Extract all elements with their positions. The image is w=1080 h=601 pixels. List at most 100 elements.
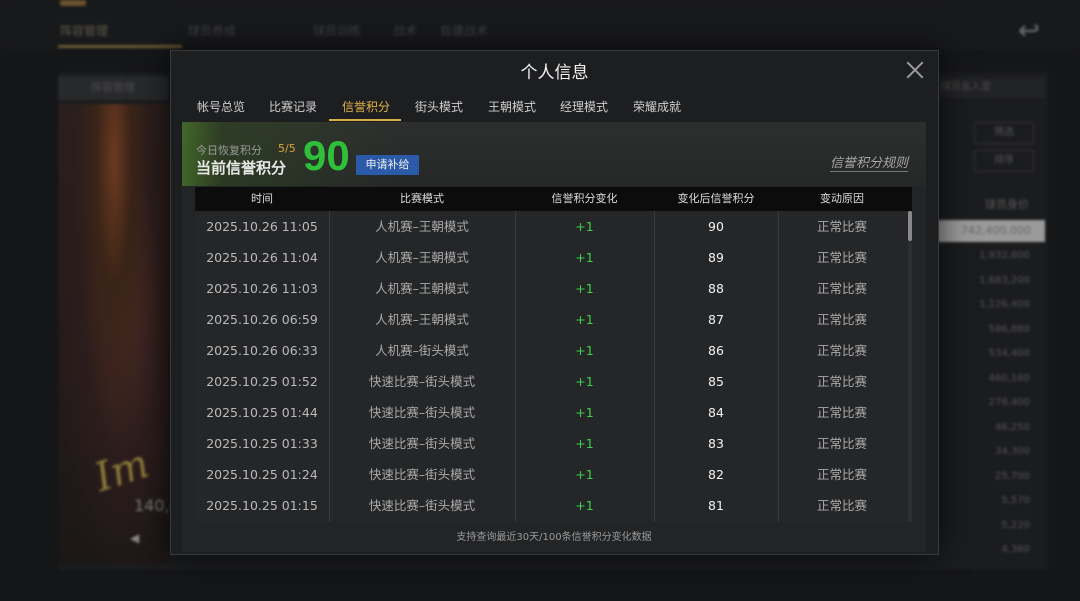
close-icon[interactable] — [904, 59, 926, 81]
bg-filter-button: 筛选 — [974, 122, 1034, 144]
cell-reason: 正常比赛 — [816, 250, 867, 265]
table-row: 2025.10.25 01:44 快速比赛–街头模式 +1 84 正常比赛 — [195, 397, 912, 428]
bg-value: 1,683,200 — [979, 274, 1030, 286]
cell-change: +1 — [575, 281, 594, 296]
column-header-after: 变化后信誉积分 — [677, 192, 755, 205]
tab-street-mode[interactable]: 街头模式 — [415, 98, 463, 115]
bg-tab: 球员养成 — [188, 24, 237, 38]
bg-value: 278,400 — [988, 397, 1030, 408]
bg-value: 25,700 — [995, 470, 1030, 482]
cell-mode: 快速比赛–街头模式 — [368, 436, 476, 451]
query-limit-note: 支持查询最近30天/100条信誉积分变化数据 — [456, 532, 652, 543]
cell-reason: 正常比赛 — [816, 312, 867, 327]
cell-after: 83 — [708, 436, 724, 451]
cell-time: 2025.10.25 01:15 — [206, 498, 318, 513]
bg-value: 5,220 — [1001, 519, 1030, 531]
personal-info-dialog: 个人信息 帐号总览 比赛记录 信誉积分 街头模式 王朝模式 经理模式 荣耀成就 … — [170, 50, 939, 555]
table-row: 2025.10.25 01:15 快速比赛–街头模式 +1 81 正常比赛 — [195, 490, 912, 521]
bg-value: 5,570 — [1001, 495, 1030, 506]
table-header: 时间 比赛模式 信誉积分变化 变化后信誉积分 变动原因 — [195, 187, 912, 211]
bg-tab: 阵容管理 — [60, 24, 109, 38]
bg-value: 4,360 — [1001, 544, 1030, 555]
today-recovery-count: 5/5 — [278, 142, 296, 155]
table-row: 2025.10.25 01:24 快速比赛–街头模式 +1 82 正常比赛 — [195, 459, 912, 490]
cell-mode: 快速比赛–街头模式 — [368, 498, 476, 513]
column-header-change: 信誉积分变化 — [551, 192, 618, 205]
cell-mode: 人机赛–王朝模式 — [375, 219, 469, 234]
cell-change: +1 — [575, 219, 594, 234]
cell-time: 2025.10.25 01:24 — [206, 467, 318, 482]
bg-tab: 球员训练 — [313, 24, 362, 38]
credit-banner: 今日恢复积分 5/5 当前信誉积分 90 申请补给 信誉积分规则 — [182, 122, 926, 186]
cell-after: 82 — [708, 467, 724, 482]
cell-time: 2025.10.25 01:52 — [206, 374, 318, 389]
cell-change: +1 — [575, 343, 594, 358]
cell-change: +1 — [575, 405, 594, 420]
column-header-time: 时间 — [251, 192, 273, 205]
cell-reason: 正常比赛 — [816, 467, 867, 482]
bg-play-icon: ◀ — [130, 531, 140, 545]
cell-time: 2025.10.26 06:59 — [206, 312, 318, 327]
cell-change: +1 — [575, 374, 594, 389]
cell-mode: 人机赛–街头模式 — [375, 343, 469, 358]
tab-manager-mode[interactable]: 经理模式 — [560, 98, 608, 115]
scrollbar-thumb[interactable] — [908, 211, 912, 241]
cell-reason: 正常比赛 — [816, 405, 867, 420]
tab-account-overview[interactable]: 帐号总览 — [197, 98, 245, 115]
bg-value: 586,880 — [988, 323, 1030, 335]
bg-value: 46,250 — [995, 421, 1030, 433]
cell-after: 90 — [708, 219, 724, 234]
bg-highlight-value: 742,400,000 — [937, 220, 1045, 242]
cell-time: 2025.10.26 11:05 — [206, 219, 318, 234]
apply-supply-button[interactable]: 申请补给 — [356, 155, 419, 175]
bg-tab: 自建战术 — [440, 24, 489, 38]
cell-mode: 快速比赛–街头模式 — [368, 405, 476, 420]
bg-top-bar — [0, 0, 1080, 50]
cell-after: 88 — [708, 281, 724, 296]
bg-value: 534,400 — [988, 348, 1030, 359]
active-tab-underline — [329, 119, 401, 121]
tab-dynasty-mode[interactable]: 王朝模式 — [488, 98, 536, 115]
cell-mode: 人机赛–王朝模式 — [375, 281, 469, 296]
cell-mode: 快速比赛–街头模式 — [368, 467, 476, 482]
cell-change: +1 — [575, 436, 594, 451]
credit-rules-link[interactable]: 信誉积分规则 — [830, 152, 909, 172]
table-row: 2025.10.26 11:04 人机赛–王朝模式 +1 89 正常比赛 — [195, 242, 912, 273]
table-row: 2025.10.26 06:33 人机赛–街头模式 +1 86 正常比赛 — [195, 335, 912, 366]
table-body: 2025.10.26 11:05 人机赛–王朝模式 +1 90 正常比赛 202… — [195, 211, 912, 521]
dialog-title: 个人信息 — [520, 63, 589, 83]
bg-value: 1,932,800 — [979, 250, 1030, 261]
bg-logo — [60, 0, 86, 6]
cell-mode: 人机赛–王朝模式 — [375, 250, 469, 265]
cell-change: +1 — [575, 312, 594, 327]
cell-reason: 正常比赛 — [816, 219, 867, 234]
tab-credit-score[interactable]: 信誉积分 — [342, 98, 390, 115]
cell-reason: 正常比赛 — [816, 498, 867, 513]
bg-value: 1,126,400 — [979, 299, 1030, 310]
cell-after: 81 — [708, 498, 724, 513]
bg-value: 460,160 — [988, 372, 1030, 384]
cell-mode: 人机赛–王朝模式 — [375, 312, 469, 327]
cell-change: +1 — [575, 498, 594, 513]
bg-value-header: 球员身价 — [985, 198, 1029, 211]
column-header-reason: 变动原因 — [820, 192, 864, 205]
back-arrow-icon: ↩ — [1018, 16, 1040, 46]
cell-change: +1 — [575, 250, 594, 265]
cell-after: 84 — [708, 405, 724, 420]
cell-after: 89 — [708, 250, 724, 265]
bg-subtab: 阵容管理 — [58, 76, 168, 100]
table-row: 2025.10.26 11:03 人机赛–王朝模式 +1 88 正常比赛 — [195, 273, 912, 304]
cell-change: +1 — [575, 467, 594, 482]
bg-value: 34,300 — [995, 446, 1030, 457]
table-scrollbar[interactable] — [908, 211, 912, 522]
current-score-value: 90 — [303, 132, 350, 179]
table-row: 2025.10.25 01:52 快速比赛–街头模式 +1 85 正常比赛 — [195, 366, 912, 397]
cell-after: 87 — [708, 312, 724, 327]
cell-reason: 正常比赛 — [816, 343, 867, 358]
table-row: 2025.10.26 06:59 人机赛–王朝模式 +1 87 正常比赛 — [195, 304, 912, 335]
cell-time: 2025.10.26 06:33 — [206, 343, 318, 358]
cell-reason: 正常比赛 — [816, 374, 867, 389]
tab-match-records[interactable]: 比赛记录 — [269, 98, 317, 115]
cell-time: 2025.10.25 01:33 — [206, 436, 318, 451]
tab-honor-achievements[interactable]: 荣耀成就 — [633, 98, 681, 115]
